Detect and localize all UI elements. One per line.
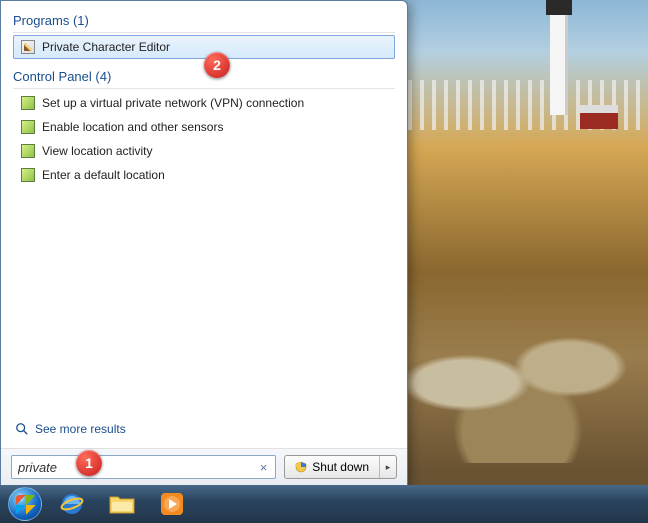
menu-spacer [13, 187, 395, 416]
result-label: Enter a default location [42, 168, 165, 182]
search-input[interactable] [18, 460, 256, 475]
result-private-character-editor[interactable]: Private Character Editor [13, 35, 395, 59]
wallpaper-rocks [388, 303, 648, 463]
shutdown-split-button: Shut down ▸ [284, 455, 397, 479]
result-enter-default-location[interactable]: Enter a default location [13, 163, 395, 187]
shutdown-button[interactable]: Shut down [285, 456, 380, 478]
start-menu-bottom: × Shut down ▸ [1, 448, 407, 489]
annotation-badge-1: 1 [76, 450, 102, 476]
folder-icon [108, 493, 136, 515]
result-enable-location[interactable]: Enable location and other sensors [13, 115, 395, 139]
section-header-programs[interactable]: Programs (1) [13, 9, 395, 33]
search-icon [15, 422, 29, 436]
result-label: Private Character Editor [42, 40, 170, 54]
result-label: Set up a virtual private network (VPN) c… [42, 96, 304, 110]
control-panel-icon [20, 119, 36, 135]
control-panel-icon [20, 143, 36, 159]
taskbar-media-player[interactable] [148, 488, 196, 520]
shutdown-label: Shut down [312, 460, 369, 474]
shutdown-menu-arrow[interactable]: ▸ [380, 456, 396, 478]
result-vpn-setup[interactable]: Set up a virtual private network (VPN) c… [13, 91, 395, 115]
windows-logo-icon [8, 487, 42, 521]
clear-search-icon[interactable]: × [256, 460, 272, 475]
pencil-editor-icon [20, 39, 36, 55]
result-label: View location activity [42, 144, 153, 158]
wallpaper-house [580, 105, 618, 129]
media-player-icon [159, 491, 185, 517]
uac-shield-icon [295, 461, 307, 473]
result-view-location-activity[interactable]: View location activity [13, 139, 395, 163]
start-menu: Programs (1) Private Character Editor Co… [0, 0, 408, 490]
taskbar [0, 485, 648, 523]
see-more-label: See more results [35, 422, 126, 436]
taskbar-internet-explorer[interactable] [48, 488, 96, 520]
search-box[interactable]: × [11, 455, 276, 479]
annotation-badge-2: 2 [204, 52, 230, 78]
internet-explorer-icon [59, 491, 85, 517]
start-button[interactable] [4, 485, 46, 523]
see-more-results[interactable]: See more results [13, 416, 395, 444]
control-panel-icon [20, 167, 36, 183]
taskbar-file-explorer[interactable] [98, 488, 146, 520]
result-label: Enable location and other sensors [42, 120, 223, 134]
control-panel-icon [20, 95, 36, 111]
wallpaper-lighthouse [550, 15, 568, 115]
